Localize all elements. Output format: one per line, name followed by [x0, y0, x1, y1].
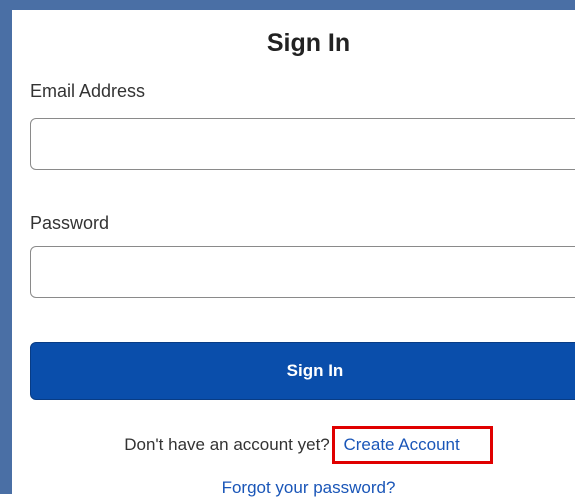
- page-title: Sign In: [266, 29, 351, 57]
- no-account-text: Don't have an account yet?: [124, 435, 330, 454]
- password-label: Password: [30, 213, 110, 233]
- signin-form: Sign In Email Address Password Sign In D…: [30, 20, 575, 504]
- forgot-password-link[interactable]: Forgot your password?: [222, 478, 396, 497]
- create-account-highlight: Create Account: [332, 426, 493, 464]
- signin-frame: Sign In Email Address Password Sign In D…: [0, 0, 575, 497]
- password-field[interactable]: [30, 246, 575, 298]
- create-account-link[interactable]: Create Account: [343, 435, 459, 454]
- email-field[interactable]: [30, 118, 575, 170]
- create-account-prompt: Don't have an account yet? Create Accoun…: [30, 426, 575, 464]
- forgot-password-row: Forgot your password?: [30, 476, 575, 500]
- sign-in-button[interactable]: Sign In: [30, 342, 575, 400]
- email-label: Email Address: [30, 81, 146, 101]
